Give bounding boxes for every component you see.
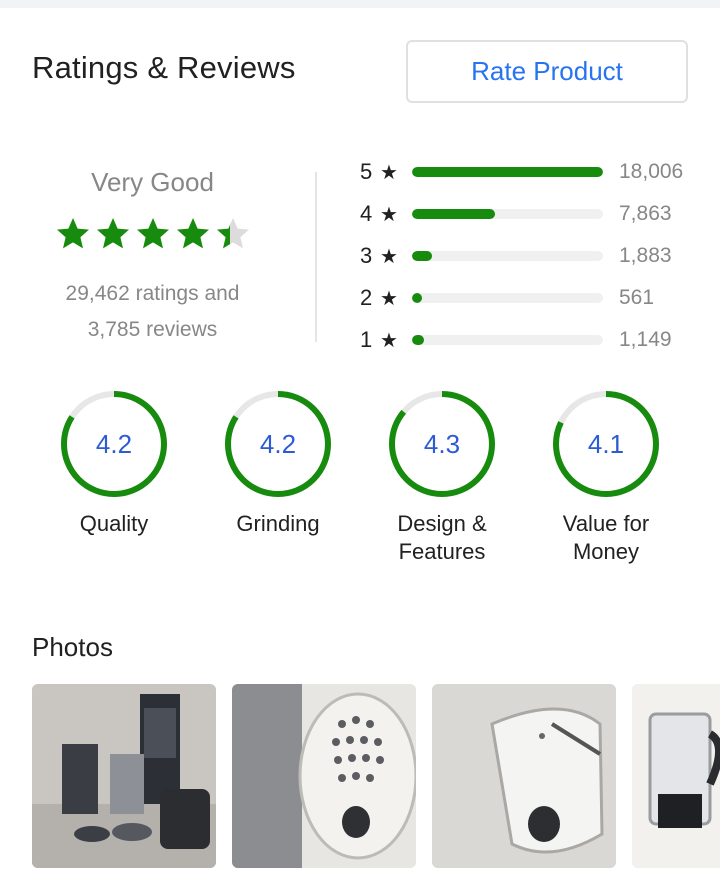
aspect-label: Quality <box>34 510 194 538</box>
star-icon <box>176 218 209 249</box>
aspect-label: Value for Money <box>526 510 686 566</box>
distribution-bar-track <box>412 293 603 303</box>
mixer-grinder-image <box>32 684 216 868</box>
distribution-bar-track <box>412 167 603 177</box>
distribution-row-2-star: 2 ★ 561 <box>360 277 700 319</box>
summary-divider <box>315 172 317 342</box>
ratings-count-text: 29,462 ratings and <box>65 282 240 305</box>
star-icon <box>96 218 129 249</box>
distribution-count: 561 <box>619 286 655 309</box>
aspect-label: Grinding <box>198 510 358 538</box>
gauge-value: 4.1 <box>588 429 624 459</box>
distribution-bar-fill <box>412 209 496 219</box>
distribution-star-number: 1 <box>360 327 373 352</box>
star-icon <box>56 218 89 249</box>
aspect-label-line: Quality <box>79 511 149 536</box>
distribution-row-5-star: 5 ★ 18,006 <box>360 151 700 193</box>
distribution-count: 18,006 <box>619 160 684 183</box>
section-title: Ratings & Reviews <box>32 50 296 85</box>
star-icon: ★ <box>380 203 398 226</box>
aspect-rating-2: 4.2 Grinding <box>198 388 358 538</box>
star-rating <box>40 214 265 254</box>
aspect-label-line: Money <box>572 539 640 564</box>
aspect-gauge: 4.2 <box>61 391 167 497</box>
distribution-star-number: 2 <box>360 285 373 310</box>
aspect-rating-1: 4.2 Quality <box>34 388 194 538</box>
distribution-bar-fill <box>412 293 422 303</box>
distribution-bar-fill <box>412 251 433 261</box>
aspect-label-line: Design & <box>397 511 487 536</box>
star-icon: ★ <box>380 329 398 352</box>
photo-slicer-disc[interactable] <box>432 684 616 868</box>
distribution-row-1-star: 1 ★ 1,149 <box>360 319 700 361</box>
top-strip <box>0 0 720 8</box>
gauge-value: 4.3 <box>424 429 460 459</box>
distribution-bar-track <box>412 251 603 261</box>
star-icon: ★ <box>380 287 398 310</box>
reviews-count-text: 3,785 reviews <box>87 318 218 341</box>
distribution-bar-fill <box>412 167 603 177</box>
aspect-rating-4: 4.1 Value for Money <box>526 388 686 566</box>
aspect-label: Design & Features <box>362 510 522 566</box>
gauge-value: 4.2 <box>260 429 296 459</box>
aspect-label-line: Grinding <box>236 511 320 536</box>
photos-title: Photos <box>32 632 113 662</box>
slicer-disc-image <box>432 684 616 868</box>
distribution-count: 1,883 <box>619 244 672 267</box>
photo-mixer-grinder-set[interactable] <box>32 684 216 868</box>
distribution-star-number: 4 <box>360 201 373 226</box>
distribution-count: 1,149 <box>619 328 672 351</box>
aspect-gauge: 4.1 <box>553 391 659 497</box>
star-icon: ★ <box>380 245 398 268</box>
gauge-value: 4.2 <box>96 429 132 459</box>
distribution-bar-fill <box>412 335 425 345</box>
aspect-ratings: 4.2 Quality 4.2 Grinding 4.3 Design & Features… <box>0 388 720 588</box>
aspect-label-line: Features <box>398 539 486 564</box>
distribution-row-4-star: 4 ★ 7,863 <box>360 193 700 235</box>
distribution-star-number: 5 <box>360 159 373 184</box>
photos-strip[interactable] <box>32 684 720 869</box>
aspect-gauge: 4.2 <box>225 391 331 497</box>
star-icon <box>216 218 249 249</box>
ratings-count: 29,462 ratings and 3,785 reviews <box>40 276 265 348</box>
aspect-gauge: 4.3 <box>389 391 495 497</box>
aspect-rating-3: 4.3 Design & Features <box>362 388 522 566</box>
distribution-bar-track <box>412 335 603 345</box>
distribution-row-3-star: 3 ★ 1,883 <box>360 235 700 277</box>
grater-disc-image <box>232 684 416 868</box>
rating-label: Very Good <box>91 167 214 197</box>
aspect-label-line: Value for <box>562 511 650 536</box>
blender-jar-image <box>632 684 720 868</box>
photo-blender-jar[interactable] <box>632 684 720 868</box>
rating-summary: Very Good 29,462 ratings and 3,785 revie… <box>40 165 265 348</box>
rate-product-button[interactable]: Rate Product <box>406 40 688 103</box>
distribution-star-number: 3 <box>360 243 373 268</box>
star-icon: ★ <box>380 161 398 184</box>
star-icon <box>136 218 169 249</box>
distribution-count: 7,863 <box>619 202 672 225</box>
distribution-bar-track <box>412 209 603 219</box>
photo-grater-disc[interactable] <box>232 684 416 868</box>
